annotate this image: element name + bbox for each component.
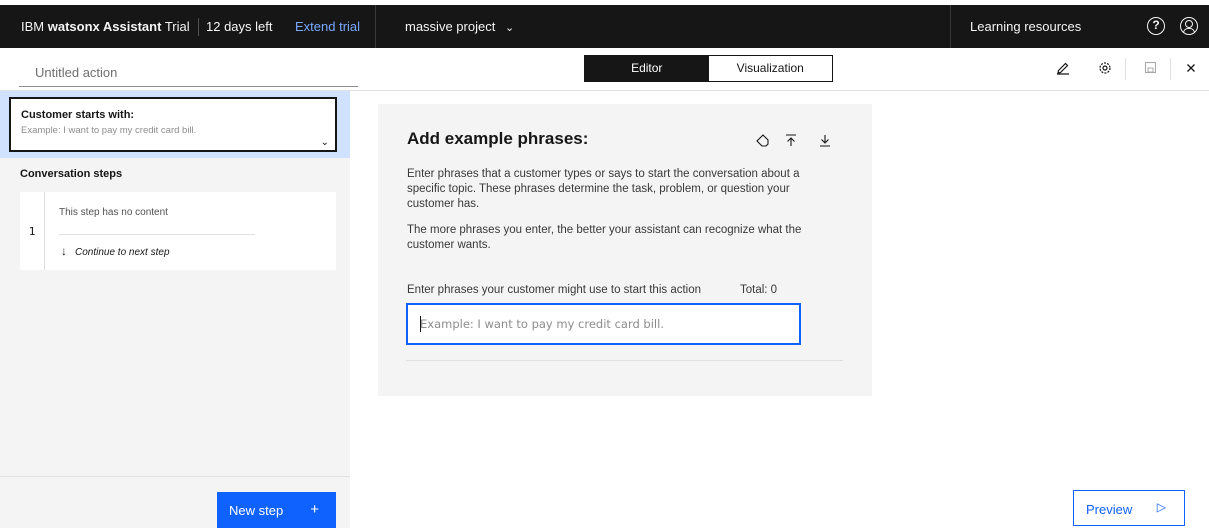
extend-trial-link[interactable]: Extend trial [295, 19, 360, 34]
tab-editor[interactable]: Editor [585, 56, 709, 81]
continue-to-next-step: ↓ Continue to next step [61, 244, 170, 258]
project-switcher[interactable]: massive project ⌄ [405, 19, 514, 34]
step-content-text: This step has no content [59, 207, 168, 218]
step-divider [59, 234, 255, 235]
preview-button[interactable]: Preview ▷ [1073, 490, 1185, 526]
brand-name[interactable]: IBM watsonx Assistant Trial [21, 19, 190, 34]
step-number: 1 [20, 192, 45, 270]
top-header: IBM watsonx Assistant Trial 12 days left… [0, 5, 1209, 48]
brand-product: watsonx Assistant [47, 19, 162, 34]
toolbar-divider [1170, 58, 1171, 80]
conversation-step-card[interactable]: 1 This step has no content ↓ Continue to … [20, 192, 336, 270]
tag-icon[interactable] [756, 134, 769, 150]
header-divider [198, 18, 199, 36]
preview-label: Preview [1086, 502, 1133, 517]
example-phrases-card: Add example phrases: Enter phrases that … [378, 104, 872, 396]
continue-label: Continue to next step [75, 247, 170, 258]
example-phrase-input[interactable]: Example: I want to pay my credit card bi… [406, 303, 801, 345]
header-divider [950, 5, 951, 48]
learning-resources-link[interactable]: Learning resources [970, 19, 1081, 34]
header-divider [375, 5, 376, 48]
card-description-secondary: The more phrases you enter, the better y… [407, 224, 802, 251]
conversation-steps-label: Conversation steps [20, 168, 123, 180]
brand-plan: Trial [164, 19, 190, 34]
toolbar-divider [1125, 58, 1126, 80]
card-title: Add example phrases: [407, 129, 589, 148]
card-divider [406, 360, 843, 361]
new-step-label: New step [229, 503, 284, 518]
download-icon[interactable] [819, 134, 831, 150]
upload-icon[interactable] [785, 134, 797, 150]
save-icon[interactable] [1142, 61, 1158, 77]
phrases-field-label: Enter phrases your customer might use to… [407, 284, 702, 296]
starts-with-label: Customer starts with: [21, 109, 135, 121]
play-icon: ▷ [1156, 500, 1166, 514]
card-description: Enter phrases that a customer types or s… [407, 168, 800, 210]
new-step-button[interactable]: New step + [217, 492, 336, 528]
starts-with-example: Example: I want to pay my credit card bi… [21, 125, 197, 136]
customer-starts-with-card[interactable]: Customer starts with: Example: I want to… [9, 97, 337, 152]
user-avatar-icon[interactable] [1180, 17, 1198, 35]
plus-icon: + [310, 501, 319, 518]
brand-company: IBM [21, 19, 45, 34]
tab-visualization[interactable]: Visualization [709, 56, 833, 81]
view-switcher: Editor Visualization [584, 55, 833, 82]
left-panel-footer-divider [0, 476, 350, 477]
trial-days-left: 12 days left [206, 19, 273, 34]
chevron-down-icon[interactable]: ⌄ [321, 137, 329, 148]
project-name: massive project [405, 19, 496, 34]
edit-icon[interactable] [1055, 61, 1071, 78]
arrow-down-icon: ↓ [61, 244, 67, 258]
close-icon[interactable] [1183, 61, 1199, 76]
action-title-input[interactable]: Untitled action [19, 57, 358, 87]
left-panel: Customer starts with: Example: I want to… [0, 91, 350, 528]
phrases-total-count: Total: 0 [740, 284, 778, 296]
help-icon[interactable]: ? [1147, 17, 1165, 35]
settings-icon[interactable] [1097, 61, 1113, 78]
chevron-down-icon: ⌄ [504, 22, 515, 34]
